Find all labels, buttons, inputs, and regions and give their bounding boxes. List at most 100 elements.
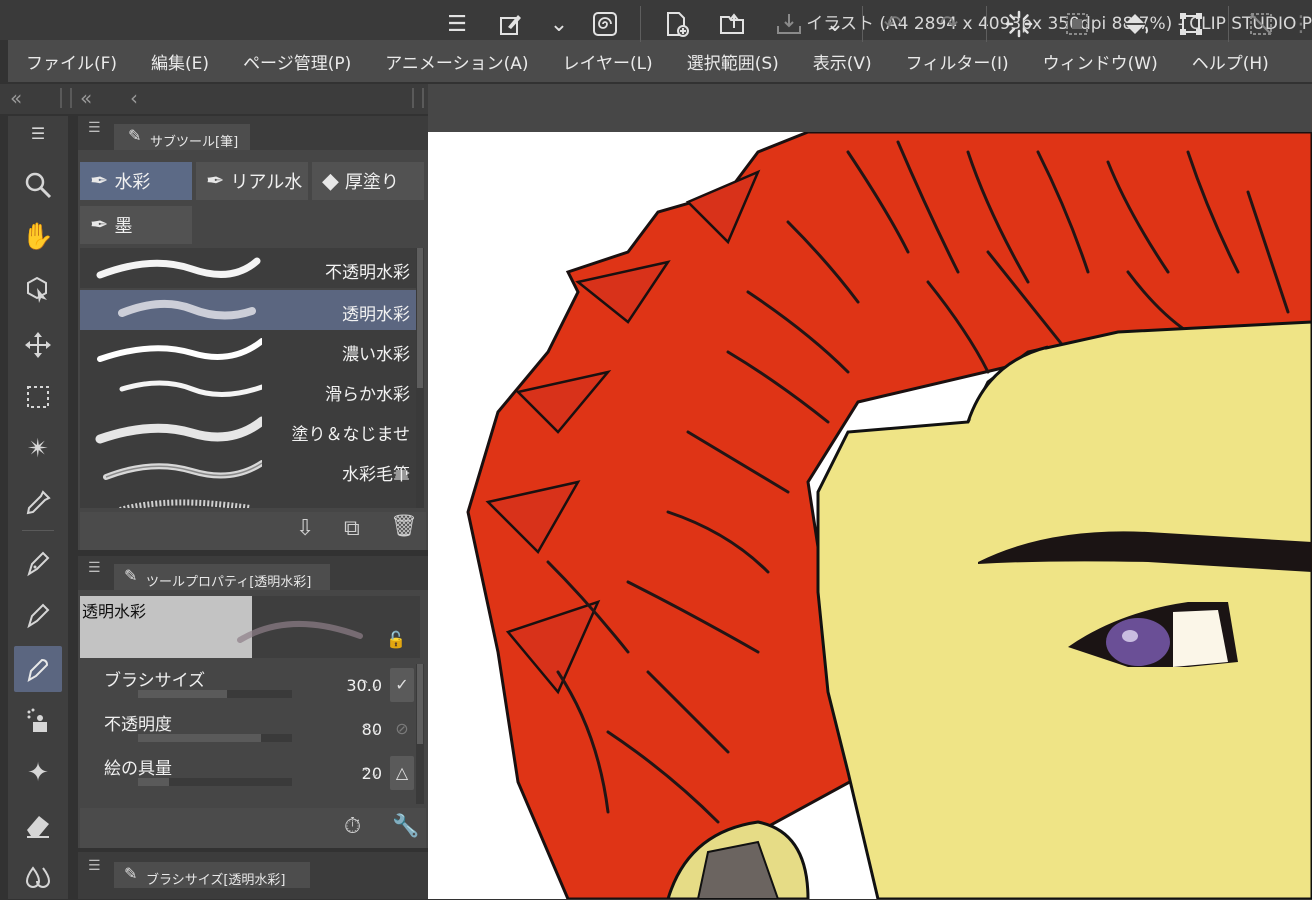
unlock-icon[interactable]: 🔓	[386, 630, 406, 649]
brush-item-partial[interactable]	[80, 490, 416, 508]
hide-selection-icon[interactable]	[1244, 8, 1278, 40]
wrench-icon[interactable]: 🔧	[392, 814, 419, 839]
eraser-tool-icon[interactable]	[14, 802, 62, 848]
airbrush-tool-icon[interactable]	[14, 698, 62, 744]
tool-property-title: ツールプロパティ[透明水彩]	[146, 575, 312, 590]
menu-filter[interactable]: フィルター(I)	[888, 49, 1025, 74]
menu-page[interactable]: ページ管理(P)	[225, 49, 367, 74]
eyedropper-tool-icon[interactable]	[14, 480, 62, 526]
menu-bar: ファイル(F) 編集(E) ページ管理(P) アニメーション(A) レイヤー(L…	[8, 40, 1312, 82]
menu-selection[interactable]: 選択範囲(S)	[669, 49, 795, 74]
brush-item-label: 透明水彩	[342, 305, 410, 325]
menu-edit[interactable]: 編集(E)	[133, 49, 225, 74]
decoration-tool-icon[interactable]: ✦	[14, 750, 62, 796]
triangle-icon[interactable]: △	[390, 756, 414, 790]
blend-tool-icon[interactable]	[14, 854, 62, 900]
divider	[986, 6, 987, 42]
paint-amount-slider[interactable]	[138, 778, 292, 786]
drag-handle-icon[interactable]	[412, 88, 424, 108]
panel-menu-icon[interactable]: ☰	[88, 120, 101, 136]
hand-tool-icon[interactable]: ✋	[14, 214, 62, 260]
transform-icon[interactable]	[1174, 8, 1208, 40]
new-canvas-icon[interactable]	[660, 8, 694, 40]
redo-icon[interactable]: ↷	[932, 8, 966, 40]
drawing-canvas[interactable]	[428, 132, 1312, 899]
group-label: リアル水	[230, 172, 303, 193]
menu-window[interactable]: ウィンドウ(W)	[1025, 49, 1174, 74]
selection-tool-icon[interactable]	[14, 374, 62, 420]
save-icon[interactable]	[772, 8, 806, 40]
reset-icon[interactable]: ⏱	[344, 814, 361, 839]
undo-icon[interactable]: ↶	[876, 8, 910, 40]
brush-item-paint-and-blend[interactable]: 塗り＆なじませ	[80, 410, 416, 450]
trash-icon[interactable]: 🗑	[390, 514, 418, 539]
brush-tool-icon[interactable]	[14, 646, 62, 692]
chevron-down-icon[interactable]: ⌄	[542, 8, 576, 40]
loading-spinner-icon[interactable]	[1002, 8, 1036, 40]
pen-tool-icon[interactable]	[14, 540, 62, 586]
subtool-group-thick-paint[interactable]: ◆ 厚塗り	[312, 162, 424, 200]
opacity-slider[interactable]	[138, 734, 292, 742]
property-row-paint-amount[interactable]: 絵の具量 20 ⌃⌄ △	[80, 752, 420, 796]
brush-stroke-preview	[118, 299, 256, 320]
brush-group-icon: ✒	[90, 212, 109, 238]
slider-fill	[138, 690, 228, 698]
collapse-panel-icon[interactable]: «	[80, 86, 92, 110]
chevron-left-icon[interactable]: ‹	[130, 86, 138, 110]
chevron-down-icon[interactable]: ⌄	[818, 8, 852, 40]
brush-size-panel-icon: ✎	[124, 864, 138, 883]
import-subtool-icon[interactable]: ⇩	[296, 516, 314, 541]
spin-icon[interactable]: ⌃⌄	[360, 678, 380, 692]
artwork-illustration	[466, 132, 1312, 899]
brush-item-transparent-watercolor[interactable]: 透明水彩	[80, 290, 416, 330]
spiral-icon[interactable]	[588, 8, 622, 40]
property-label: 絵の具量	[104, 759, 172, 779]
zoom-tool-icon[interactable]	[14, 162, 62, 208]
brush-size-slider[interactable]	[138, 690, 292, 698]
panel-menu-icon[interactable]: ☰	[88, 560, 101, 576]
property-scrollbar[interactable]	[416, 664, 424, 804]
menu-help[interactable]: ヘルプ(H)	[1174, 49, 1285, 74]
brush-item-smooth-watercolor[interactable]: 滑らか水彩	[80, 370, 416, 410]
spin-icon[interactable]: ⌃⌄	[360, 766, 380, 780]
property-row-partial	[80, 796, 420, 806]
drag-handle-icon[interactable]	[60, 88, 72, 108]
disabled-toggle-icon: ⊘	[395, 719, 409, 738]
more-commands-icon[interactable]: ⋮	[1290, 8, 1312, 40]
brush-item-dense-watercolor[interactable]: 濃い水彩	[80, 330, 416, 370]
pressure-check-icon[interactable]: ✓	[390, 668, 414, 702]
edit-icon[interactable]	[494, 8, 528, 40]
left-panel-header: « « ‹	[0, 84, 428, 114]
brush-stroke-preview	[119, 380, 262, 398]
object-tool-icon[interactable]	[14, 266, 62, 312]
command-bar	[428, 84, 1312, 132]
subtool-group-real-watercolor[interactable]: ✒ リアル水	[196, 162, 308, 200]
brush-item-label: 濃い水彩	[342, 345, 410, 365]
hamburger-menu-icon[interactable]: ☰	[440, 8, 474, 40]
move-tool-icon[interactable]	[14, 322, 62, 368]
property-label: ブラシサイズ	[104, 671, 206, 691]
panel-menu-icon[interactable]: ☰	[88, 858, 101, 874]
brush-item-watercolor-brush[interactable]: 水彩毛筆	[80, 450, 416, 490]
palette-menu-icon[interactable]: ☰	[14, 118, 62, 148]
clear-selection-icon[interactable]	[1060, 8, 1094, 40]
subtool-group-ink[interactable]: ✒ 墨	[80, 206, 192, 244]
property-row-opacity[interactable]: 不透明度 80 ⌃⌄ ⊘	[80, 708, 420, 752]
spin-icon[interactable]: ⌃⌄	[360, 722, 380, 736]
menu-file[interactable]: ファイル(F)	[8, 49, 133, 74]
brush-list-scrollbar[interactable]	[416, 248, 424, 508]
collapse-left-icon[interactable]: «	[10, 86, 22, 110]
paint-tube-icon: ◆	[322, 168, 339, 194]
pencil-tool-icon[interactable]	[14, 592, 62, 638]
menu-animation[interactable]: アニメーション(A)	[367, 49, 544, 74]
property-row-brush-size[interactable]: ブラシサイズ 30.0 ⌃⌄ ✓	[80, 664, 420, 708]
duplicate-subtool-icon[interactable]: ⧉	[344, 516, 360, 541]
open-folder-icon[interactable]	[716, 8, 750, 40]
slider-fill	[138, 778, 169, 786]
brush-item-opaque-watercolor[interactable]: 不透明水彩	[80, 248, 416, 288]
fill-bucket-icon[interactable]	[1118, 8, 1152, 40]
menu-layer[interactable]: レイヤー(L)	[544, 49, 668, 74]
subtool-group-watercolor[interactable]: ✒ 水彩	[80, 162, 192, 200]
menu-view[interactable]: 表示(V)	[795, 49, 888, 74]
auto-select-tool-icon[interactable]: ✴	[14, 426, 62, 472]
